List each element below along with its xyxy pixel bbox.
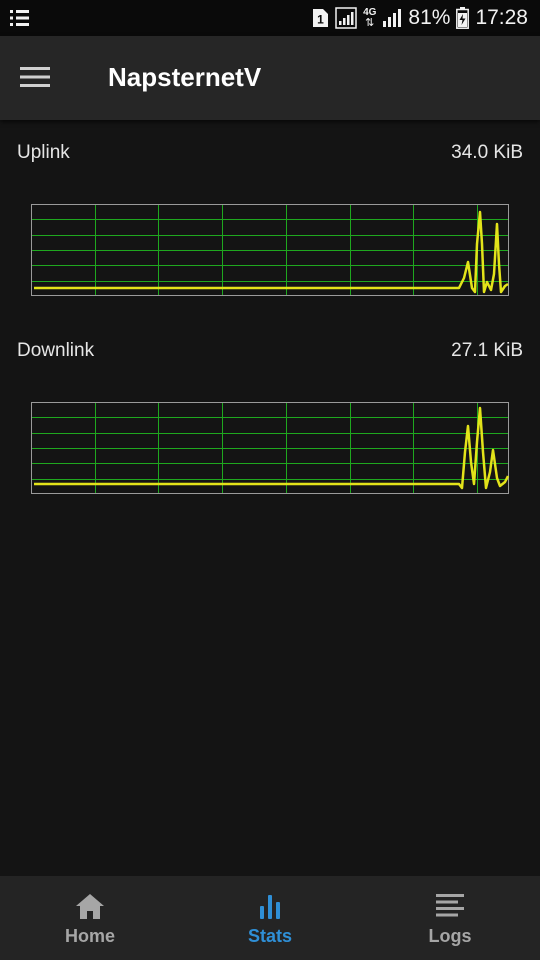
bar-chart-icon xyxy=(260,895,280,919)
status-bar: 1 4G ⇅ 81% 17:28 xyxy=(0,0,540,36)
signal-sim2-icon xyxy=(383,9,402,27)
downlink-row: Downlink 27.1 KiB xyxy=(17,340,523,370)
nav-stats[interactable]: Stats xyxy=(180,876,360,960)
downlink-value: 27.1 KiB xyxy=(451,340,523,361)
bottom-navigation: Home Stats Logs xyxy=(0,876,540,960)
sim-card-icon: 1 xyxy=(313,9,329,27)
battery-percent: 81% xyxy=(408,6,451,29)
nav-logs-label: Logs xyxy=(428,926,472,946)
downlink-graph xyxy=(31,402,509,494)
signal-sim1-icon xyxy=(335,7,357,29)
uplink-row: Uplink 34.0 KiB xyxy=(17,142,523,172)
nav-home[interactable]: Home xyxy=(0,876,180,960)
nav-logs[interactable]: Logs xyxy=(360,876,540,960)
notification-list-icon xyxy=(10,10,29,26)
network-type-indicator: 4G ⇅ xyxy=(363,8,376,29)
uplink-graph xyxy=(31,204,509,296)
clock: 17:28 xyxy=(475,6,528,29)
nav-stats-label: Stats xyxy=(247,926,292,946)
menu-icon[interactable] xyxy=(20,66,50,88)
downlink-label: Downlink xyxy=(17,340,95,361)
app-bar: NapsternetV xyxy=(0,36,540,120)
list-icon xyxy=(436,894,464,917)
uplink-label: Uplink xyxy=(17,142,70,163)
uplink-value: 34.0 KiB xyxy=(451,142,523,163)
data-arrows-icon: ⇅ xyxy=(365,17,375,29)
sim-badge: 1 xyxy=(317,13,324,27)
home-icon xyxy=(76,894,104,919)
nav-home-label: Home xyxy=(64,926,115,946)
battery-charging-icon xyxy=(456,7,470,29)
graph-trace xyxy=(34,210,509,294)
app-title: NapsternetV xyxy=(108,62,262,92)
